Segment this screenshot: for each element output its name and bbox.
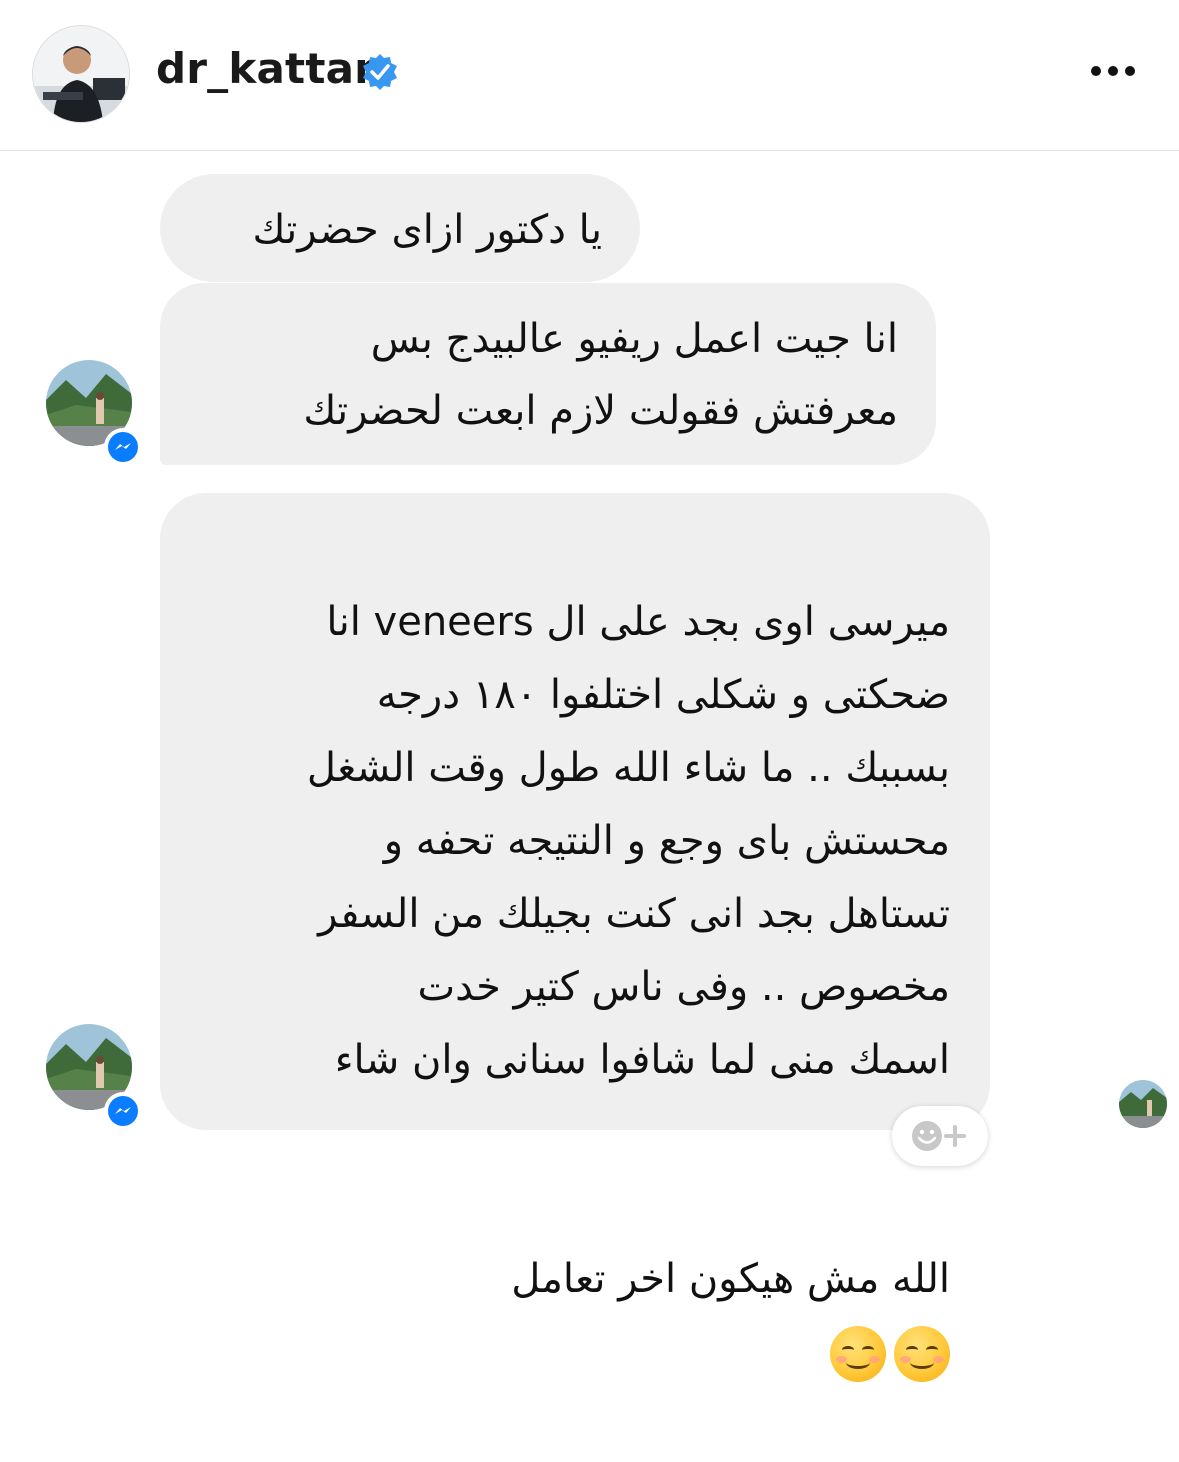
smiling-face-icon [894,1326,950,1382]
emoji-add-icon [912,1121,966,1151]
message-text: الله مش هيكون اخر تعامل [511,1256,950,1302]
messenger-icon [108,1096,138,1126]
smiling-face-icon [830,1326,886,1382]
username[interactable]: dr_kattan [156,44,384,93]
message-text: يا دكتور ازاى حضرتك [252,207,602,253]
seen-photo [1119,1080,1167,1128]
message-text-block: ميرسى اوى بجد على ال veneers انا ضحكتى و… [307,513,950,1462]
add-reaction-button[interactable] [892,1106,988,1166]
verified-badge-icon [363,54,397,90]
message-bubble[interactable]: ميرسى اوى بجد على ال veneers انا ضحكتى و… [160,493,990,1382]
chat-header: dr_kattan [0,0,1179,151]
message-bubble[interactable]: يا دكتور ازاى حضرتك [160,174,640,282]
message-last-line: الله مش هيكون اخر تعامل [307,1170,950,1389]
seen-avatar [1119,1080,1167,1128]
messenger-badge [104,1092,142,1130]
message-text: ميرسى اوى بجد على ال veneers انا ضحكتى و… [306,599,950,1083]
more-options-icon[interactable] [1084,54,1144,88]
profile-photo [33,26,129,122]
messenger-badge [104,428,142,466]
message-text: انا جيت اعمل ريفيو عالبيدج بس معرفتش فقو… [303,316,898,434]
profile-avatar[interactable] [32,25,130,123]
messenger-icon [108,432,138,462]
message-bubble[interactable]: انا جيت اعمل ريفيو عالبيدج بس معرفتش فقو… [160,283,936,465]
